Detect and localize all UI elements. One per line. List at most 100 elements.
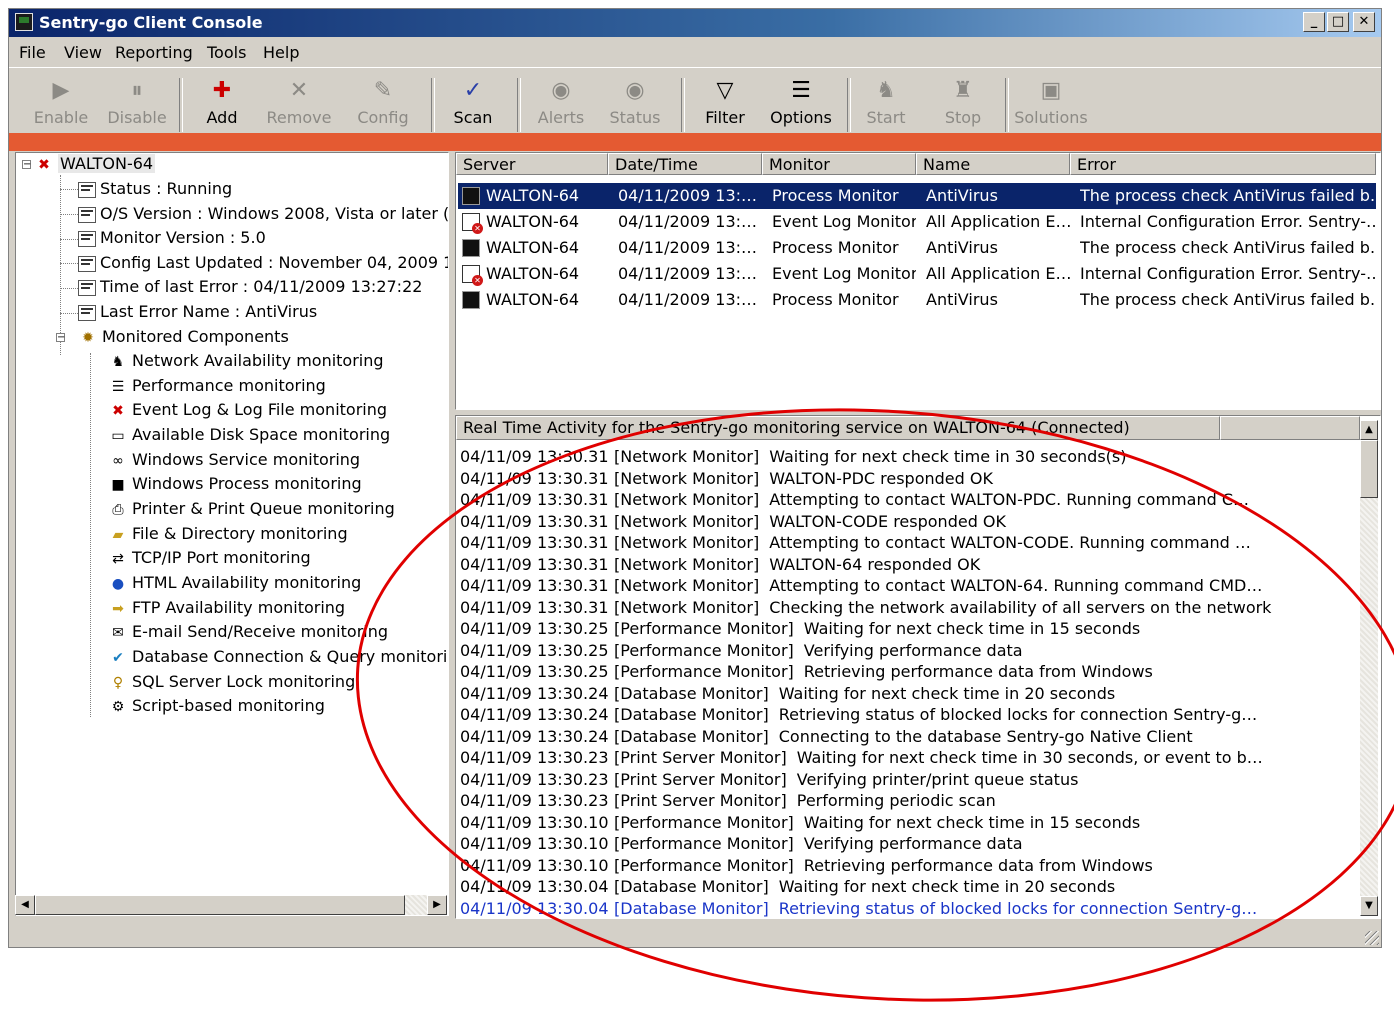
log-line[interactable]: 04/11/09 13:30.04 [Database Monitor] Retri… <box>460 898 1257 919</box>
log-line[interactable]: 04/11/09 13:30.31 [Network Monitor] WALTON… <box>460 511 1006 532</box>
log-monitor: [Performance Monitor] <box>614 812 794 832</box>
tree-info-status[interactable]: Status : Running <box>78 178 232 200</box>
tree-info-last-error-name[interactable]: Last Error Name : AntiVirus <box>78 301 317 323</box>
tree-component-disk[interactable]: ▭ Available Disk Space monitoring <box>108 424 390 446</box>
column-server[interactable]: Server <box>456 153 608 175</box>
scroll-track[interactable] <box>1360 440 1378 896</box>
tree-component-event-log[interactable]: ✖ Event Log & Log File monitoring <box>108 399 387 421</box>
scan-button[interactable]: ✓ Scan <box>445 72 501 134</box>
options-button[interactable]: ☰ Options <box>765 72 837 134</box>
tree-component-sql-lock[interactable]: ♀ SQL Server Lock monitoring <box>108 671 355 693</box>
alert-row[interactable]: WALTON-64 04/11/2009 13:… Event Log Moni… <box>458 209 1376 235</box>
log-line[interactable]: 04/11/09 13:30.04 [Database Monitor] Waiti… <box>460 876 1115 897</box>
tree-info-config-updated[interactable]: Config Last Updated : November 04, 2009 … <box>78 252 448 274</box>
log-line[interactable]: 04/11/09 13:30.10 [Performance Monitor] Ve… <box>460 833 1023 854</box>
solutions-button[interactable]: ▣ Solutions <box>1013 72 1089 134</box>
tree-monitored-components[interactable]: ✹ Monitored Components <box>78 326 289 348</box>
log-line[interactable]: 04/11/09 13:30.31 [Network Monitor] Attemp… <box>460 575 1262 596</box>
tree-component-ftp[interactable]: ➡ FTP Availability monitoring <box>108 597 345 619</box>
scan-label: Scan <box>453 108 493 127</box>
log-time: 04/11/09 13:30.31 <box>460 554 609 574</box>
tree-root-server[interactable]: ✖ WALTON-64 <box>34 153 156 175</box>
log-line[interactable]: 04/11/09 13:30.31 [Network Monitor] Waitin… <box>460 446 1126 467</box>
log-line[interactable]: 04/11/09 13:30.23 [Print Server Monitor] W… <box>460 747 1263 768</box>
maximize-button[interactable]: □ <box>1327 12 1349 32</box>
filter-button[interactable]: ▽ Filter <box>697 72 753 134</box>
tree-component-file[interactable]: ▰ File & Directory monitoring <box>108 523 348 545</box>
tree-component-database[interactable]: ✔ Database Connection & Query monitoring <box>108 646 448 668</box>
log-line[interactable]: 04/11/09 13:30.24 [Database Monitor] Retri… <box>460 704 1257 725</box>
log-line[interactable]: 04/11/09 13:30.25 [Performance Monitor] Ve… <box>460 640 1023 661</box>
add-button[interactable]: ✚ Add <box>197 72 247 134</box>
scroll-down-button[interactable]: ▼ <box>1360 896 1378 916</box>
column-monitor[interactable]: Monitor <box>762 153 916 175</box>
log-time: 04/11/09 13:30.24 <box>460 726 609 746</box>
log-line[interactable]: 04/11/09 13:30.31 [Network Monitor] WALTON… <box>460 554 980 575</box>
tree-component-network[interactable]: ♞ Network Availability monitoring <box>108 350 384 372</box>
tree-component-port[interactable]: ⇄ TCP/IP Port monitoring <box>108 547 311 569</box>
resize-grip[interactable] <box>1365 931 1379 945</box>
gear-icon: ✹ <box>82 329 94 346</box>
config-button[interactable]: ✎ Config <box>353 72 413 134</box>
tree-info-monitor-version[interactable]: Monitor Version : 5.0 <box>78 227 266 249</box>
menu-tools[interactable]: Tools <box>207 43 246 62</box>
log-line[interactable]: 04/11/09 13:30.10 [Performance Monitor] Wa… <box>460 812 1140 833</box>
minimize-button[interactable]: _ <box>1303 12 1325 32</box>
tree-component-performance[interactable]: ☰ Performance monitoring <box>108 375 326 397</box>
tree-info-label: Last Error Name : AntiVirus <box>100 302 318 321</box>
scroll-right-button[interactable]: ▶ <box>427 895 447 915</box>
log-line[interactable]: 04/11/09 13:30.31 [Network Monitor] Attemp… <box>460 489 1249 510</box>
log-monitor: [Performance Monitor] <box>614 640 794 660</box>
alert-row[interactable]: WALTON-64 04/11/2009 13:… Event Log Moni… <box>458 261 1376 287</box>
log-line[interactable]: 04/11/09 13:30.31 [Network Monitor] Checki… <box>460 597 1271 618</box>
log-line[interactable]: 04/11/09 13:30.24 [Database Monitor] Conne… <box>460 726 1193 747</box>
scroll-thumb[interactable] <box>35 895 405 915</box>
printer-icon: ⎙ <box>112 501 124 518</box>
remove-button[interactable]: ✕ Remove <box>263 72 335 134</box>
status-button[interactable]: ◉ Status <box>605 72 665 134</box>
log-line[interactable]: 04/11/09 13:30.23 [Print Server Monitor] P… <box>460 790 996 811</box>
tree-component-printer[interactable]: ⎙ Printer & Print Queue monitoring <box>108 498 394 520</box>
log-line[interactable]: 04/11/09 13:30.23 [Print Server Monitor] V… <box>460 769 1078 790</box>
menu-view[interactable]: View <box>64 43 102 62</box>
menu-help[interactable]: Help <box>263 43 299 62</box>
stop-button[interactable]: ♜ Stop <box>939 72 987 134</box>
log-line[interactable]: 04/11/09 13:30.25 [Performance Monitor] Re… <box>460 661 1153 682</box>
tree-component-html[interactable]: ● HTML Availability monitoring <box>108 572 361 594</box>
enable-button[interactable]: ▶ Enable <box>33 72 89 134</box>
alert-row[interactable]: WALTON-64 04/11/2009 13:… Process Monito… <box>458 235 1376 261</box>
server-tree[interactable]: − ✖ WALTON-64 Status : Running O/S Versio… <box>15 152 449 916</box>
close-button[interactable]: ✕ <box>1353 12 1375 32</box>
scroll-up-button[interactable]: ▲ <box>1360 420 1378 440</box>
log-line[interactable]: 04/11/09 13:30.31 [Network Monitor] Attemp… <box>460 532 1251 553</box>
tree-component-process[interactable]: ■ Windows Process monitoring <box>108 473 361 495</box>
column-name[interactable]: Name <box>916 153 1070 175</box>
activity-vertical-scrollbar[interactable]: ▲ ▼ <box>1360 420 1378 916</box>
tree-info-last-error-time[interactable]: Time of last Error : 04/11/2009 13:27:22 <box>78 276 422 298</box>
log-line[interactable]: 04/11/09 13:30.24 [Database Monitor] Waiti… <box>460 683 1115 704</box>
tree-component-script[interactable]: ⚙ Script-based monitoring <box>108 695 325 717</box>
menu-reporting[interactable]: Reporting <box>115 43 193 62</box>
log-line[interactable]: 04/11/09 13:30.10 [Performance Monitor] Re… <box>460 855 1153 876</box>
collapse-root-toggle[interactable]: − <box>22 160 31 170</box>
scroll-thumb[interactable] <box>1360 440 1378 498</box>
log-line[interactable]: 04/11/09 13:30.25 [Performance Monitor] Wa… <box>460 618 1140 639</box>
scroll-left-button[interactable]: ◀ <box>15 895 35 915</box>
performance-icon: ☰ <box>111 378 125 395</box>
tree-component-email[interactable]: ✉ E-mail Send/Receive monitoring <box>108 621 388 643</box>
tree-horizontal-scrollbar[interactable]: ◀ ▶ <box>15 895 447 915</box>
alert-row[interactable]: WALTON-64 04/11/2009 13:… Process Monito… <box>457 182 1377 210</box>
column-error[interactable]: Error <box>1070 153 1376 175</box>
log-monitor: [Network Monitor] <box>614 490 760 509</box>
disable-button[interactable]: ⏸ Disable <box>107 72 167 134</box>
toolbar-separator <box>681 78 685 132</box>
alert-row[interactable]: WALTON-64 04/11/2009 13:… Process Monito… <box>458 287 1376 313</box>
tree-component-service[interactable]: ∞ Windows Service monitoring <box>108 449 360 471</box>
start-button[interactable]: ♞ Start <box>861 72 911 134</box>
alerts-button[interactable]: ◉ Alerts <box>531 72 591 134</box>
menu-file[interactable]: File <box>19 43 46 62</box>
tree-info-os-version[interactable]: O/S Version : Windows 2008, Vista or lat… <box>78 203 448 225</box>
log-line[interactable]: 04/11/09 13:30.31 [Network Monitor] WALTON… <box>460 468 993 489</box>
collapse-components-toggle[interactable]: − <box>56 333 65 343</box>
column-datetime[interactable]: Date/Time <box>608 153 762 175</box>
